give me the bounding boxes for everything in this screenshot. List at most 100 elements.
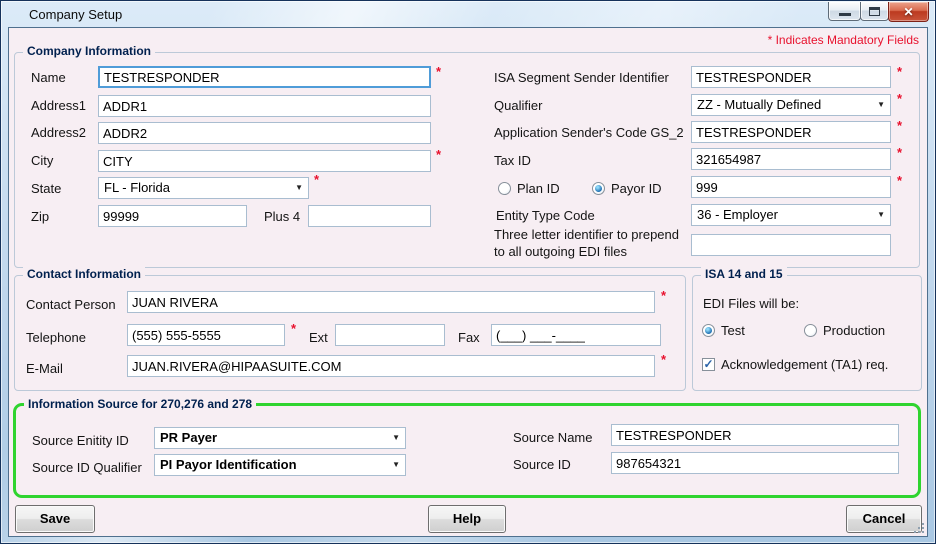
telephone-input[interactable] [127,324,285,346]
contact-information-group: Contact Information Contact Person * Tel… [14,275,686,391]
ext-input[interactable] [335,324,445,346]
check-icon: ✓ [703,359,713,369]
window-title: Company Setup [29,7,122,22]
email-label: E-Mail [26,361,63,377]
resize-grip[interactable] [912,521,926,535]
source-id-qualifier-label: Source ID Qualifier [32,460,142,476]
test-label: Test [721,323,745,339]
ext-label: Ext [309,330,328,346]
source-name-label: Source Name [513,430,592,446]
prepend-label-line2: to all outgoing EDI files [494,244,627,260]
plus4-input[interactable] [308,205,431,227]
payor-id-radio[interactable] [592,182,605,195]
contact-person-required-asterisk: * [661,289,666,302]
entity-type-value: 36 - Employer [697,207,778,222]
tax-id-label: Tax ID [494,153,531,169]
caption-buttons: ✕ [829,2,929,22]
city-input[interactable] [98,150,431,172]
entity-type-dropdown[interactable]: 36 - Employer ▼ [691,204,891,226]
gs2-input[interactable] [691,121,891,143]
prepend-input[interactable] [691,234,891,256]
city-label: City [31,153,53,169]
address2-label: Address2 [31,125,86,141]
ta1-checkbox[interactable]: ✓ [702,358,715,371]
isa-sender-required-asterisk: * [897,65,902,78]
isa-14-15-group: ISA 14 and 15 EDI Files will be: Test Pr… [692,275,922,391]
name-input[interactable] [98,66,431,88]
address1-label: Address1 [31,98,86,114]
information-source-group: Information Source for 270,276 and 278 S… [13,403,921,498]
dropdown-arrow-icon: ▼ [295,184,303,192]
payor-id-required-asterisk: * [897,174,902,187]
address2-input[interactable] [98,122,431,144]
fax-input[interactable] [491,324,661,346]
gs2-required-asterisk: * [897,119,902,132]
city-required-asterisk: * [436,148,441,161]
zip-label: Zip [31,209,49,225]
tax-id-input[interactable] [691,148,891,170]
plan-id-label: Plan ID [517,181,560,197]
state-dropdown[interactable]: FL - Florida ▼ [98,177,309,199]
help-button[interactable]: Help [428,505,506,533]
isa-14-15-title: ISA 14 and 15 [701,267,787,282]
dialog-client-area: * Indicates Mandatory Fields Company Inf… [8,27,928,537]
email-input[interactable] [127,355,655,377]
isa-sender-label: ISA Segment Sender Identifier [494,70,669,86]
minimize-button[interactable] [828,2,861,21]
dropdown-arrow-icon: ▼ [392,461,400,469]
fax-label: Fax [458,330,480,346]
source-entity-id-dropdown[interactable]: PR Payer ▼ [154,427,406,449]
source-id-qualifier-value: PI Payor Identification [160,457,297,472]
source-id-qualifier-dropdown[interactable]: PI Payor Identification ▼ [154,454,406,476]
contact-person-input[interactable] [127,291,655,313]
company-information-title: Company Information [23,44,155,59]
qualifier-required-asterisk: * [897,92,902,105]
dropdown-arrow-icon: ▼ [877,101,885,109]
address1-input[interactable] [98,95,431,117]
telephone-label: Telephone [26,330,86,346]
test-radio[interactable] [702,324,715,337]
telephone-required-asterisk: * [291,322,296,335]
gs2-label: Application Sender's Code GS_2 [494,125,684,141]
maximize-button[interactable] [860,2,889,21]
close-icon: ✕ [903,6,913,18]
contact-information-title: Contact Information [23,267,145,282]
close-button[interactable]: ✕ [888,2,929,22]
source-entity-id-value: PR Payer [160,430,217,445]
isa-sender-input[interactable] [691,66,891,88]
state-value: FL - Florida [104,180,170,195]
production-radio[interactable] [804,324,817,337]
entity-type-label: Entity Type Code [496,208,595,224]
maximize-icon [869,7,880,16]
source-id-input[interactable] [611,452,899,474]
dropdown-arrow-icon: ▼ [392,434,400,442]
qualifier-label: Qualifier [494,98,542,114]
prepend-label-line1: Three letter identifier to prepend [494,227,679,243]
qualifier-dropdown[interactable]: ZZ - Mutually Defined ▼ [691,94,891,116]
dropdown-arrow-icon: ▼ [877,211,885,219]
plus4-label: Plus 4 [264,209,300,225]
plan-id-radio[interactable] [498,182,511,195]
tax-id-required-asterisk: * [897,146,902,159]
mandatory-fields-note: * Indicates Mandatory Fields [768,33,919,47]
source-name-input[interactable] [611,424,899,446]
zip-input[interactable] [98,205,247,227]
source-id-label: Source ID [513,457,571,473]
company-setup-window: Company Setup ✕ * Indicates Mandatory Fi… [0,0,936,544]
production-label: Production [823,323,885,339]
state-required-asterisk: * [314,173,319,186]
payor-id-label: Payor ID [611,181,662,197]
email-required-asterisk: * [661,353,666,366]
source-entity-id-label: Source Enitity ID [32,433,129,449]
edi-files-label: EDI Files will be: [703,296,799,312]
contact-person-label: Contact Person [26,297,116,313]
save-button[interactable]: Save [15,505,95,533]
minimize-icon [839,13,851,16]
company-information-group: Company Information Name * Address1 Addr… [14,52,920,268]
cancel-button[interactable]: Cancel [846,505,922,533]
state-label: State [31,181,61,197]
name-label: Name [31,70,66,86]
payor-id-input[interactable] [691,176,891,198]
information-source-title: Information Source for 270,276 and 278 [24,397,256,412]
qualifier-value: ZZ - Mutually Defined [697,97,821,112]
